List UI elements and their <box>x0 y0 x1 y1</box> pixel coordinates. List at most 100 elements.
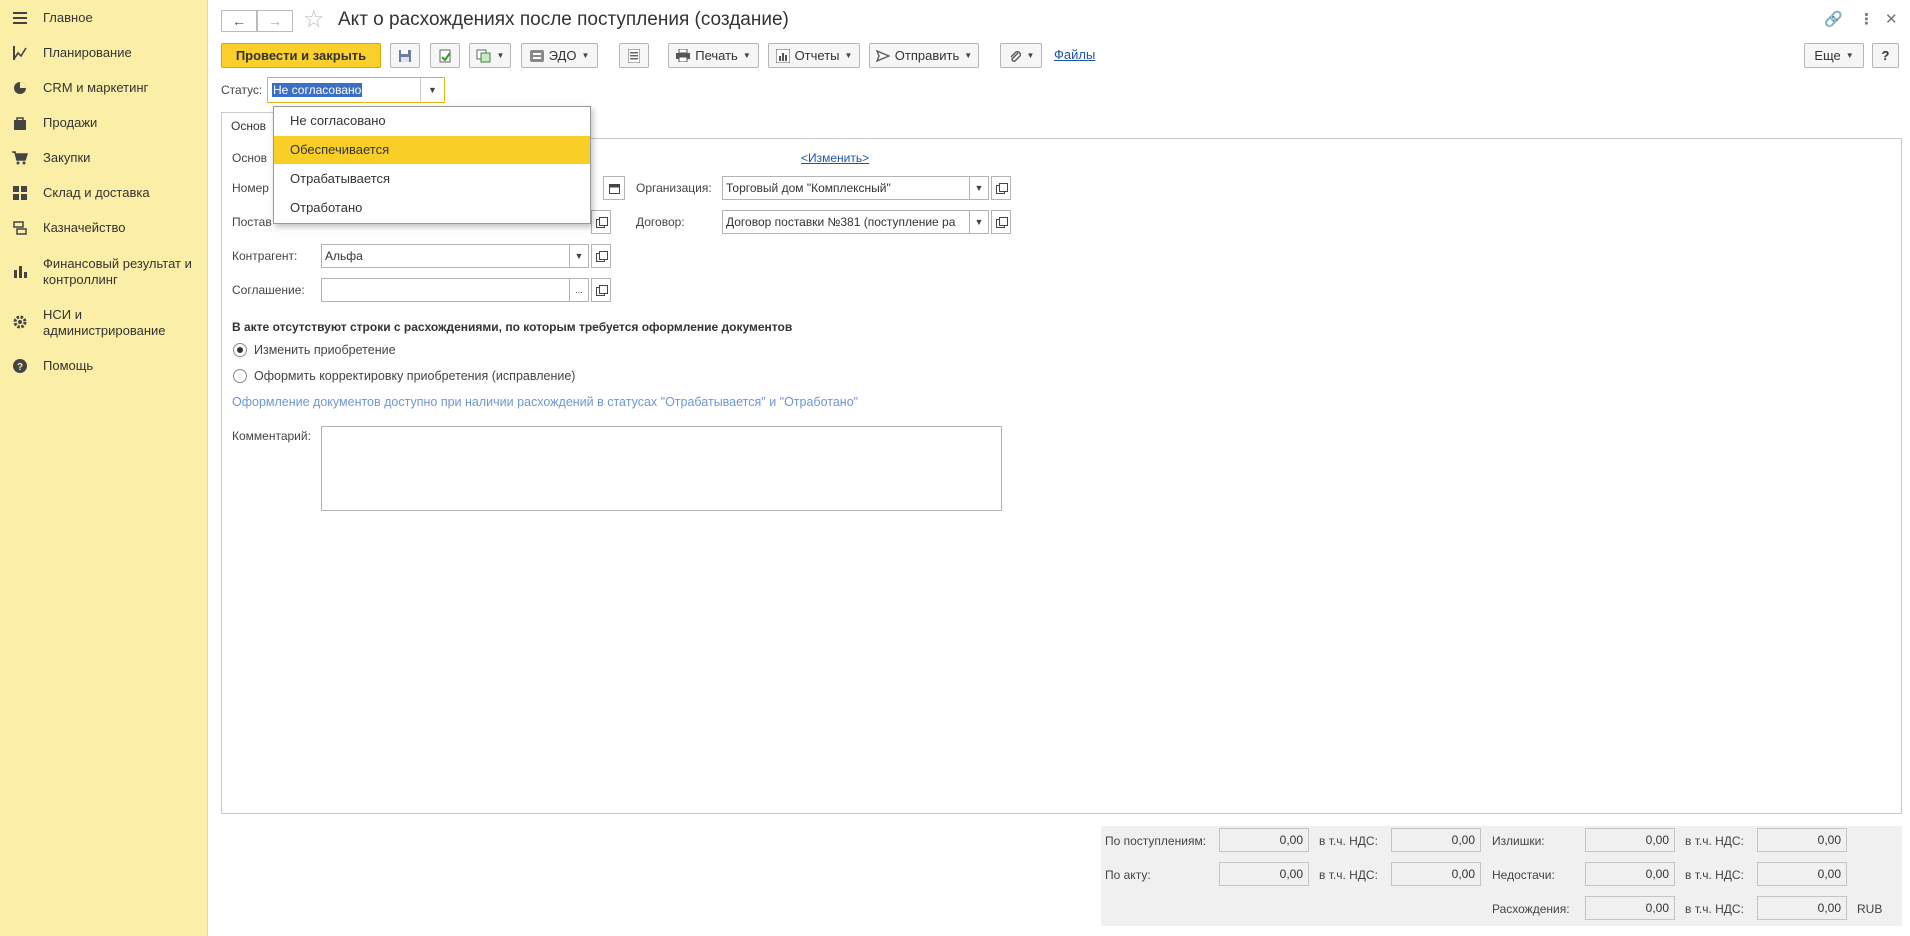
pie-chart-icon <box>12 80 28 96</box>
sidebar-item-sales[interactable]: Продажи <box>0 115 208 133</box>
sidebar-item-purchases[interactable]: Закупки <box>0 150 208 168</box>
sidebar-item-admin[interactable]: НСИ и администрирование <box>0 307 208 341</box>
number-label: Номер <box>232 181 269 195</box>
post-and-close-button[interactable]: Провести и закрыть <box>221 43 381 68</box>
contract-label: Договор: <box>636 215 685 229</box>
arrow-left-icon: ← <box>232 13 246 29</box>
sidebar-item-crm[interactable]: CRM и маркетинг <box>0 80 208 98</box>
gear-icon <box>12 314 28 330</box>
structure-button[interactable] <box>619 43 649 68</box>
chevron-down-icon: ▼ <box>974 183 984 193</box>
sidebar-item-label: Главное <box>43 10 93 25</box>
discrepancy-vat-label: в т.ч. НДС: <box>1685 902 1744 916</box>
sidebar-item-warehouse[interactable]: Склад и доставка <box>0 185 208 203</box>
receipts-label: По поступлениям: <box>1105 834 1207 848</box>
calendar-button[interactable] <box>603 176 625 200</box>
more-button[interactable]: Еще ▼ <box>1804 43 1864 68</box>
correction-radio[interactable] <box>233 369 247 383</box>
sidebar-item-finance[interactable]: Финансовый результат и контроллинг <box>0 256 208 290</box>
close-icon[interactable]: ✕ <box>1885 10 1898 28</box>
send-button[interactable]: Отправить ▼ <box>869 43 979 68</box>
sidebar-item-main[interactable]: Главное <box>0 10 208 28</box>
edo-icon <box>529 49 544 62</box>
contract-dropdown[interactable]: ▼ <box>969 210 989 234</box>
forward-button[interactable]: → <box>257 10 293 32</box>
change-purchase-radio[interactable] <box>233 343 247 357</box>
status-option-done[interactable]: Отработано <box>274 194 590 222</box>
counterparty-dropdown[interactable]: ▼ <box>569 244 589 268</box>
comment-textarea[interactable] <box>321 426 1002 511</box>
sidebar-item-label: Казначейство <box>43 220 126 235</box>
more-vertical-icon[interactable]: ⋮ <box>1859 10 1874 28</box>
status-dropdown-list: Не согласовано Обеспечивается Отрабатыва… <box>273 106 591 224</box>
send-icon <box>875 49 890 62</box>
sidebar-item-label: Помощь <box>43 358 94 373</box>
warehouse-icon <box>12 185 28 201</box>
open-icon <box>596 217 608 228</box>
favorite-star-icon[interactable]: ☆ <box>303 6 325 34</box>
organization-label: Организация: <box>636 181 712 195</box>
status-select[interactable]: Не согласовано <box>267 77 445 103</box>
chevron-down-icon: ▼ <box>844 51 853 60</box>
status-option-providing[interactable]: Обеспечивается <box>274 136 590 164</box>
counterparty-open-button[interactable] <box>591 244 611 268</box>
open-icon <box>996 217 1008 228</box>
report-icon <box>775 48 790 63</box>
status-option-working[interactable]: Отрабатывается <box>274 165 590 193</box>
change-link[interactable]: <Изменить> <box>801 151 869 165</box>
chevron-down-icon: ▼ <box>974 217 984 227</box>
status-dropdown-button[interactable]: ▼ <box>420 78 444 102</box>
menu-icon <box>12 10 28 26</box>
help-button[interactable]: ? <box>1872 43 1899 68</box>
post-document-icon <box>439 49 451 62</box>
bag-icon <box>12 115 28 131</box>
open-icon <box>596 285 608 296</box>
supplier-open-button[interactable] <box>591 210 611 234</box>
act-value: 0,00 <box>1219 862 1309 886</box>
back-button[interactable]: ← <box>221 10 257 32</box>
organization-dropdown[interactable]: ▼ <box>969 176 989 200</box>
attach-button[interactable]: ▼ <box>1000 43 1042 68</box>
paperclip-icon <box>1010 50 1021 62</box>
contract-open-button[interactable] <box>991 210 1011 234</box>
organization-open-button[interactable] <box>991 176 1011 200</box>
link-icon[interactable]: 🔗 <box>1824 10 1843 28</box>
cart-icon <box>12 150 28 166</box>
edo-button[interactable]: ЭДО ▼ <box>521 43 598 68</box>
save-icon <box>399 49 411 62</box>
surplus-label: Излишки: <box>1492 834 1545 848</box>
agreement-select-button[interactable]: ... <box>569 278 589 302</box>
chevron-down-icon: ▼ <box>428 85 437 95</box>
agreement-field[interactable] <box>321 278 571 302</box>
sidebar-item-help[interactable]: ? Помощь <box>0 358 208 376</box>
tab-main[interactable]: Основ <box>221 112 281 139</box>
change-purchase-label[interactable]: Изменить приобретение <box>254 343 396 357</box>
contract-field[interactable]: Договор поставки №381 (поступление ра <box>722 210 972 234</box>
sidebar: Главное Планирование CRM и маркетинг Про… <box>0 0 208 936</box>
counterparty-field[interactable]: Альфа <box>321 244 571 268</box>
sidebar-item-treasury[interactable]: Казначейство <box>0 220 208 238</box>
agreement-open-button[interactable] <box>591 278 611 302</box>
surplus-vat-value: 0,00 <box>1757 828 1847 852</box>
sidebar-item-label: Закупки <box>43 150 91 165</box>
svg-text:?: ? <box>17 362 23 373</box>
receipts-value: 0,00 <box>1219 828 1309 852</box>
save-button[interactable] <box>390 43 420 68</box>
sidebar-item-planning[interactable]: Планирование <box>0 45 208 63</box>
post-button[interactable] <box>430 43 460 68</box>
shortage-label: Недостачи: <box>1492 868 1555 882</box>
print-button[interactable]: Печать ▼ <box>668 43 759 68</box>
organization-field[interactable]: Торговый дом "Комплексный" <box>722 176 972 200</box>
totals-panel: По поступлениям: 0,00 в т.ч. НДС: 0,00 И… <box>1101 826 1902 926</box>
ellipsis-icon: ... <box>575 285 583 295</box>
status-label: Статус: <box>221 83 263 97</box>
reports-button[interactable]: Отчеты ▼ <box>768 43 860 68</box>
chevron-down-icon: ▼ <box>964 51 973 60</box>
sidebar-item-label: Планирование <box>43 45 132 60</box>
correction-label[interactable]: Оформить корректировку приобретения (исп… <box>254 369 575 383</box>
create-based-on-button[interactable]: ▼ <box>469 43 511 68</box>
sidebar-item-label: Склад и доставка <box>43 185 150 200</box>
status-option-not-agreed[interactable]: Не согласовано <box>274 107 590 135</box>
status-selected-value: Не согласовано <box>272 83 363 97</box>
files-link[interactable]: Файлы <box>1054 47 1095 62</box>
